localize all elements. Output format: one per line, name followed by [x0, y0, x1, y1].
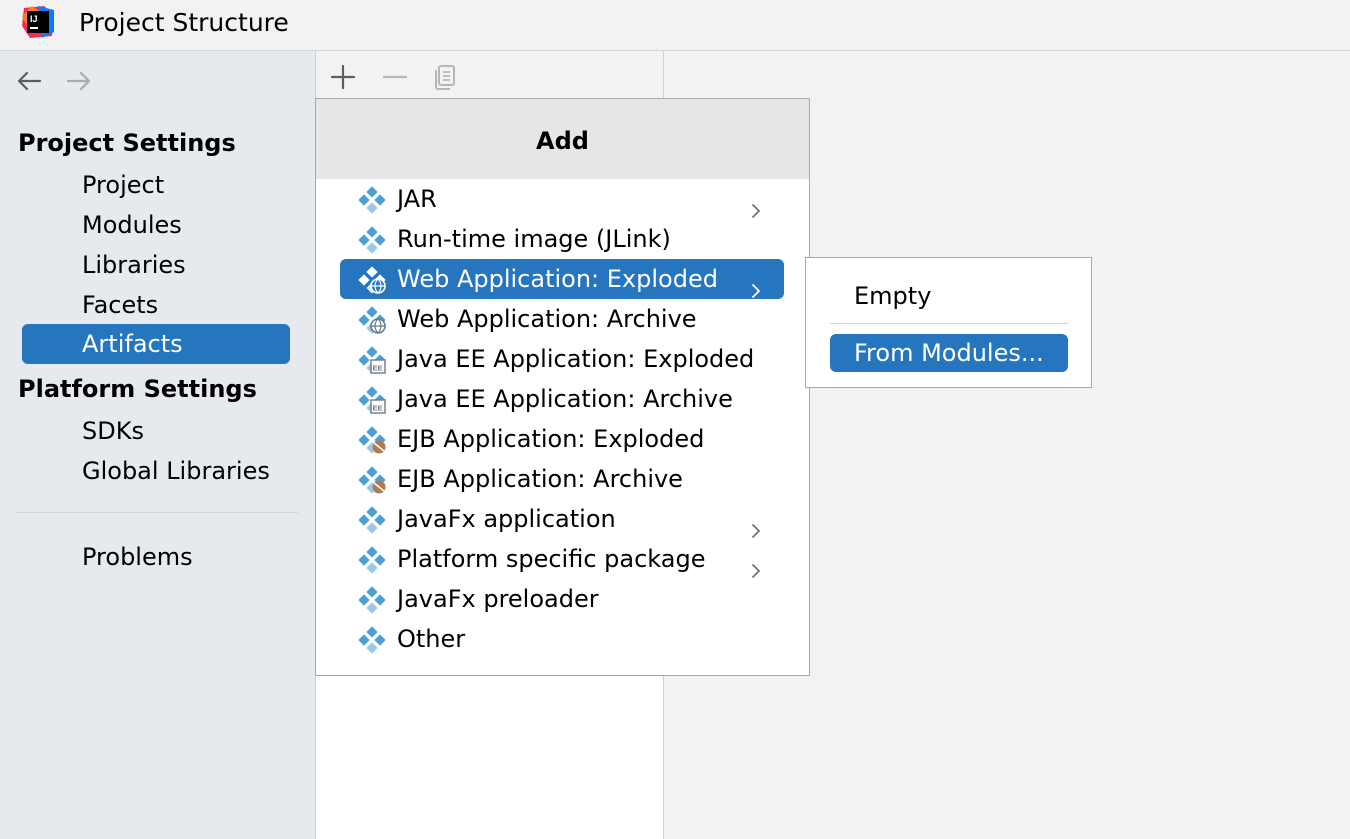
submenu-item-from-modules[interactable]: From Modules... [830, 334, 1068, 372]
menu-item-label: Run-time image (JLink) [397, 225, 671, 253]
svg-text:EE: EE [373, 404, 383, 413]
logo-text: IJ [30, 14, 38, 24]
title-bar: IJ Project Structure [0, 0, 1350, 51]
intellij-idea-logo-icon: IJ [22, 6, 54, 38]
menu-item-other[interactable]: Other [340, 619, 784, 659]
menu-item-java-ee-application-archive[interactable]: EE Java EE Application: Archive [340, 379, 784, 419]
sidebar-item-artifacts[interactable]: Artifacts [22, 324, 290, 364]
sidebar-divider [16, 512, 298, 513]
sidebar-item-libraries[interactable]: Libraries [22, 245, 290, 285]
menu-item-label: Web Application: Archive [397, 305, 697, 333]
menu-item-label: EJB Application: Exploded [397, 425, 705, 453]
chevron-right-icon [750, 511, 762, 538]
menu-item-label: JAR [397, 185, 437, 213]
menu-item-label: EJB Application: Archive [397, 465, 683, 493]
plus-icon[interactable] [329, 63, 357, 91]
menu-item-label: JavaFx application [397, 505, 616, 533]
sidebar-item-problems[interactable]: Problems [22, 537, 290, 577]
sidebar: Project Settings Project Modules Librari… [0, 51, 315, 839]
add-artifact-popup: Add JAR Run-time image (JLink) Web Applica… [315, 98, 810, 676]
menu-item-jar[interactable]: JAR [340, 179, 784, 219]
menu-item-run-time-image-jlink[interactable]: Run-time image (JLink) [340, 219, 784, 259]
menu-item-label: Java EE Application: Archive [397, 385, 733, 413]
sidebar-item-global-libraries[interactable]: Global Libraries [22, 451, 290, 491]
artifact-icon [358, 226, 386, 254]
ee-artifact-icon: EE [358, 346, 386, 374]
menu-item-label: Other [397, 625, 466, 653]
copy-icon[interactable] [432, 63, 460, 91]
ejb-artifact-icon [358, 426, 386, 454]
chevron-right-icon [750, 191, 762, 218]
artifact-icon [358, 546, 386, 574]
menu-item-label: Java EE Application: Exploded [397, 345, 755, 373]
artifact-icon [358, 186, 386, 214]
menu-item-web-application-archive[interactable]: Web Application: Archive [340, 299, 784, 339]
arrow-left-icon[interactable] [14, 69, 44, 93]
sidebar-item-project[interactable]: Project [22, 165, 290, 205]
menu-item-label: Web Application: Exploded [397, 265, 718, 293]
menu-item-javafx-application[interactable]: JavaFx application [340, 499, 784, 539]
platform-settings-header: Platform Settings [18, 375, 257, 403]
chevron-right-icon [750, 271, 762, 298]
menu-item-java-ee-application-exploded[interactable]: EE Java EE Application: Exploded [340, 339, 784, 379]
submenu-item-empty[interactable]: Empty [830, 277, 1068, 315]
menu-item-ejb-application-archive[interactable]: EJB Application: Archive [340, 459, 784, 499]
menu-item-javafx-preloader[interactable]: JavaFx preloader [340, 579, 784, 619]
arrow-right-icon[interactable] [64, 69, 94, 93]
svg-text:EE: EE [373, 364, 383, 373]
menu-item-label: JavaFx preloader [397, 585, 599, 613]
artifact-icon [358, 586, 386, 614]
project-settings-header: Project Settings [18, 129, 236, 157]
artifacts-toolbar [316, 51, 663, 99]
submenu-separator [830, 323, 1068, 324]
menu-item-web-application-exploded[interactable]: Web Application: Exploded [340, 259, 784, 299]
ejb-artifact-icon [358, 466, 386, 494]
web-app-submenu: Empty From Modules... [805, 257, 1092, 388]
menu-item-label: Platform specific package [397, 545, 706, 573]
web-artifact-icon [358, 266, 386, 294]
sidebar-item-facets[interactable]: Facets [22, 285, 290, 325]
artifact-icon [358, 506, 386, 534]
artifact-icon [358, 626, 386, 654]
menu-item-ejb-application-exploded[interactable]: EJB Application: Exploded [340, 419, 784, 459]
web-artifact-icon [358, 306, 386, 334]
menu-item-platform-specific-package[interactable]: Platform specific package [340, 539, 784, 579]
chevron-right-icon [750, 551, 762, 578]
ee-artifact-icon: EE [358, 386, 386, 414]
window-title: Project Structure [79, 8, 289, 37]
popup-title: Add [316, 99, 809, 179]
sidebar-item-sdks[interactable]: SDKs [22, 411, 290, 451]
minus-icon[interactable] [381, 63, 409, 91]
sidebar-item-modules[interactable]: Modules [22, 205, 290, 245]
